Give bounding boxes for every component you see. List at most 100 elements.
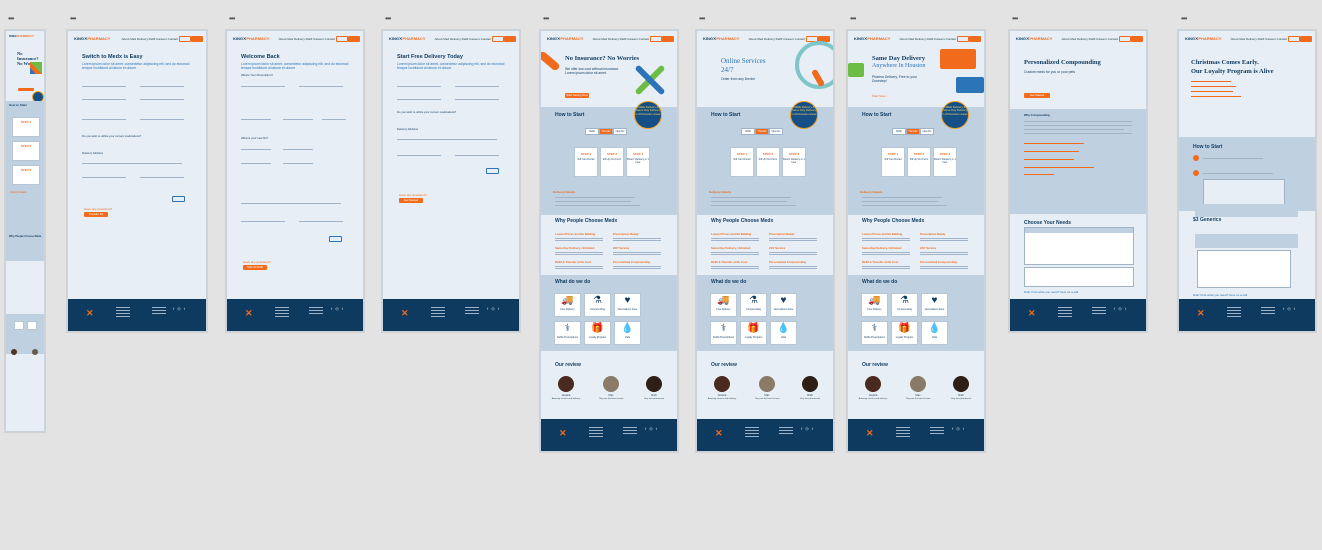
service-card[interactable]: ♥ Vaccinations Store xyxy=(614,293,641,317)
service-card[interactable]: ♥ Vaccinations Store xyxy=(770,293,797,317)
frame-menu-icon[interactable]: ••• xyxy=(229,15,235,23)
social-icons[interactable]: f ◎ t xyxy=(173,306,186,311)
same-day-frame[interactable]: KING✕PHARMACY About Med Delivery Refill … xyxy=(847,30,985,452)
phone-field[interactable] xyxy=(283,163,313,164)
service-card[interactable]: 🚚 Free Delivery xyxy=(861,293,888,317)
frame-menu-icon[interactable]: ••• xyxy=(543,15,549,23)
free-delivery-frame[interactable]: KING✕PHARMACY About Med Delivery Refill … xyxy=(382,30,520,332)
drug-field[interactable] xyxy=(241,149,271,150)
city-field[interactable] xyxy=(397,155,441,156)
address-field[interactable] xyxy=(82,163,182,164)
signup-form[interactable] xyxy=(1203,179,1285,206)
address-field[interactable] xyxy=(241,203,341,204)
signup-button[interactable] xyxy=(662,36,674,42)
loyalty-frame[interactable]: KING✕PHARMACY About Med Delivery Refill … xyxy=(1178,30,1316,332)
tab-refill[interactable]: Refill xyxy=(892,128,906,135)
welcome-frame[interactable]: KING✕PHARMACY About Med Delivery Refill … xyxy=(226,30,364,332)
get-started-button[interactable]: Get Started xyxy=(1024,93,1050,98)
service-card[interactable]: 💧 Vials xyxy=(921,321,948,345)
social-icons[interactable]: f ◎ t xyxy=(1114,306,1127,311)
service-card[interactable]: 💧 Vials xyxy=(614,321,641,345)
rx-field[interactable] xyxy=(299,86,343,87)
dob-field[interactable] xyxy=(82,119,126,120)
phone-field[interactable] xyxy=(82,99,126,100)
login-button[interactable] xyxy=(179,36,191,42)
signup-button[interactable] xyxy=(969,36,981,42)
login-button[interactable] xyxy=(957,36,969,42)
login-button[interactable] xyxy=(492,36,504,42)
phone-field[interactable] xyxy=(397,99,441,100)
questions-link[interactable]: Have any questions? xyxy=(243,260,271,264)
state-field[interactable] xyxy=(455,155,499,156)
service-card[interactable]: 🚚 Free Delivery xyxy=(554,293,581,317)
address-field[interactable] xyxy=(397,139,497,140)
qty-field[interactable] xyxy=(322,119,346,120)
questions-link[interactable]: Have any questions? xyxy=(84,207,112,211)
nav-links[interactable]: About Med Delivery Refill Careers Contac… xyxy=(1231,37,1287,41)
service-card[interactable]: 🚚 Free Delivery xyxy=(710,293,737,317)
frame-menu-icon[interactable]: ••• xyxy=(385,15,391,23)
how-tabs[interactable]: Refill Transfer New Rx xyxy=(741,128,783,135)
how-tabs[interactable]: Refill Transfer New Rx xyxy=(585,128,627,135)
mobile-frame[interactable]: KINGPHARMACY No Insurance? No Worries Ho… xyxy=(5,30,45,432)
signup-button[interactable] xyxy=(191,36,203,42)
email-field[interactable] xyxy=(140,99,184,100)
signup-button[interactable] xyxy=(348,36,360,42)
submit-button[interactable]: Submit Refill xyxy=(243,265,267,270)
tab-new-rx[interactable]: New Rx xyxy=(920,128,934,135)
submit-button[interactable]: Get Started xyxy=(399,198,423,203)
signup-button[interactable] xyxy=(1131,36,1143,42)
nav-links[interactable]: About Med Delivery Refill Careers Contac… xyxy=(122,37,178,41)
social-icons[interactable]: f ◎ t xyxy=(801,426,814,431)
generics-list[interactable] xyxy=(1197,250,1291,288)
switch-frame[interactable]: KING✕PHARMACY About Med Delivery Refill … xyxy=(67,30,207,332)
frame-menu-icon[interactable]: ••• xyxy=(699,15,705,23)
frame-menu-icon[interactable]: ••• xyxy=(70,15,76,23)
nav-links[interactable]: About Med Delivery Refill Careers Contac… xyxy=(435,37,491,41)
no-insurance-frame[interactable]: KING✕PHARMACY About Med Delivery Refill … xyxy=(540,30,678,452)
frame-menu-icon[interactable]: ••• xyxy=(1181,15,1187,23)
nav-links[interactable]: About Med Delivery Refill Careers Contac… xyxy=(279,37,335,41)
social-icons[interactable]: f ◎ t xyxy=(952,426,965,431)
next-button[interactable] xyxy=(172,196,185,202)
generics-tabs[interactable] xyxy=(1195,234,1298,248)
service-card[interactable]: ⚕ Refills Prescriptions xyxy=(710,321,737,345)
tab-new-rx[interactable]: New Rx xyxy=(769,128,783,135)
next-button[interactable] xyxy=(329,236,342,242)
needs-list[interactable] xyxy=(1024,267,1134,287)
doctor-field[interactable] xyxy=(241,163,271,164)
compounding-frame[interactable]: KING✕PHARMACY About Med Delivery Refill … xyxy=(1009,30,1147,332)
email-field[interactable] xyxy=(455,99,499,100)
nav-links[interactable]: About Med Delivery Refill Careers Contac… xyxy=(593,37,649,41)
cta-button[interactable] xyxy=(18,88,34,91)
start-now-link[interactable]: Start Now ↓ xyxy=(872,94,888,98)
tab-transfer[interactable]: Transfer xyxy=(755,128,769,135)
dose-field[interactable] xyxy=(283,149,313,150)
service-card[interactable]: ⚕ Refills Prescriptions xyxy=(861,321,888,345)
needs-table[interactable] xyxy=(1024,227,1134,265)
login-button[interactable] xyxy=(1288,36,1300,42)
service-card[interactable]: 🎁 Loyalty Program xyxy=(584,321,611,345)
login-button[interactable] xyxy=(1119,36,1131,42)
how-tabs[interactable]: Refill Transfer New Rx xyxy=(892,128,934,135)
service-card[interactable]: ⚗ Compounding xyxy=(891,293,918,317)
call-link[interactable]: Didn't find what you need? Give us a cal… xyxy=(1024,290,1078,294)
tab-transfer[interactable]: Transfer xyxy=(599,128,613,135)
name-field[interactable] xyxy=(241,86,285,87)
signup-button[interactable] xyxy=(504,36,516,42)
nav-links[interactable]: About Med Delivery Refill Careers Contac… xyxy=(749,37,805,41)
first-name-field[interactable] xyxy=(397,86,441,87)
frame-menu-icon[interactable]: ••• xyxy=(8,15,14,23)
service-card[interactable]: ⚗ Compounding xyxy=(740,293,767,317)
service-card[interactable]: 🎁 Loyalty Program xyxy=(740,321,767,345)
service-card[interactable]: ⚕ Refills Prescriptions xyxy=(554,321,581,345)
service-card[interactable]: ⚗ Compounding xyxy=(584,293,611,317)
start-saving-button[interactable]: Start Saving Now xyxy=(565,93,589,98)
social-icons[interactable]: f ◎ t xyxy=(487,306,500,311)
frame-menu-icon[interactable]: ••• xyxy=(850,15,856,23)
last-name-field[interactable] xyxy=(455,86,499,87)
frame-menu-icon[interactable]: ••• xyxy=(1012,15,1018,23)
call-link[interactable]: Didn't find what you need? Give us a cal… xyxy=(1193,293,1247,297)
login-button[interactable] xyxy=(650,36,662,42)
login-button[interactable] xyxy=(336,36,348,42)
